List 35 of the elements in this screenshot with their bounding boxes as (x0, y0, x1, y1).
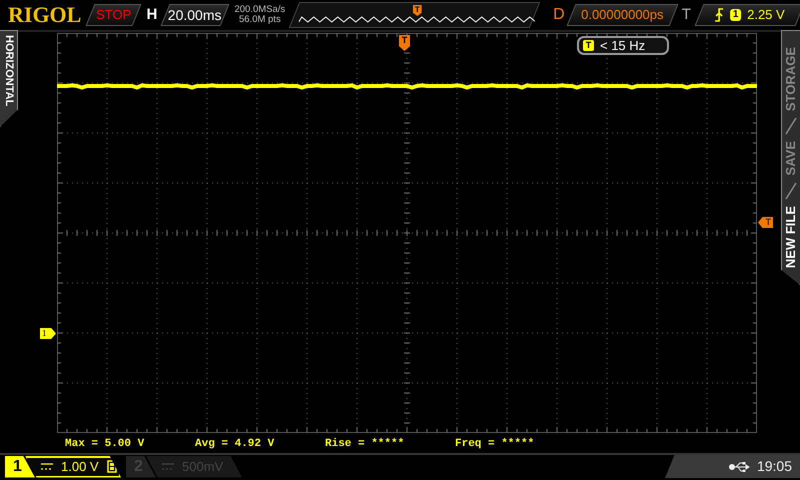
run-state-button[interactable]: STOP (85, 4, 141, 26)
menu-item[interactable]: STORAGE (781, 47, 800, 112)
measurement-text: Max = 5.00 V (65, 436, 146, 452)
measurement-text: Rise = ***** (325, 436, 406, 452)
delay-button[interactable]: 0.00000000ps (566, 4, 678, 26)
brand-logo: RIGOL (8, 4, 82, 26)
timebase-button[interactable]: 20.00ms (160, 4, 230, 26)
trigger-position-marker: T (399, 35, 410, 51)
channel-marker: 1 (40, 328, 56, 339)
rising-edge-icon (714, 8, 724, 22)
channel-scale-button[interactable]: 1.00 V (25, 456, 121, 478)
trigger-label: T (682, 4, 691, 25)
menu-item[interactable]: SAVE (781, 141, 800, 176)
dc-coupling-icon (162, 462, 174, 470)
trigger-level-marker: T (758, 217, 773, 228)
slash-separator-icon (785, 117, 797, 136)
timebase-label: H (146, 4, 158, 25)
dc-coupling-icon (41, 462, 53, 470)
trigger-button[interactable]: 1 2.25 V (694, 4, 800, 26)
sample-rate-text: 200.0MSa/s (234, 5, 286, 15)
frequency-text: < 15 Hz (600, 36, 646, 55)
trigger-level-text: 2.25 V (747, 6, 785, 24)
memory-depth-text: 56.0M pts (238, 15, 282, 25)
measurement-text: Avg = 4.92 V (195, 436, 276, 452)
delay-label: D (553, 5, 565, 25)
bandwidth-limit-icon (106, 460, 117, 473)
side-menu-tab[interactable]: HORIZONTAL (0, 30, 18, 127)
source-badge: 1 (730, 9, 742, 21)
source-badge: T (583, 40, 594, 51)
menu-item[interactable]: NEW FILE (781, 206, 800, 268)
slash-separator-icon (785, 182, 797, 200)
usb-icon (728, 462, 751, 472)
measurement-text: Freq = ***** (455, 436, 536, 452)
overview-marker: T (412, 5, 422, 16)
clock-text: 19:05 (756, 457, 792, 476)
